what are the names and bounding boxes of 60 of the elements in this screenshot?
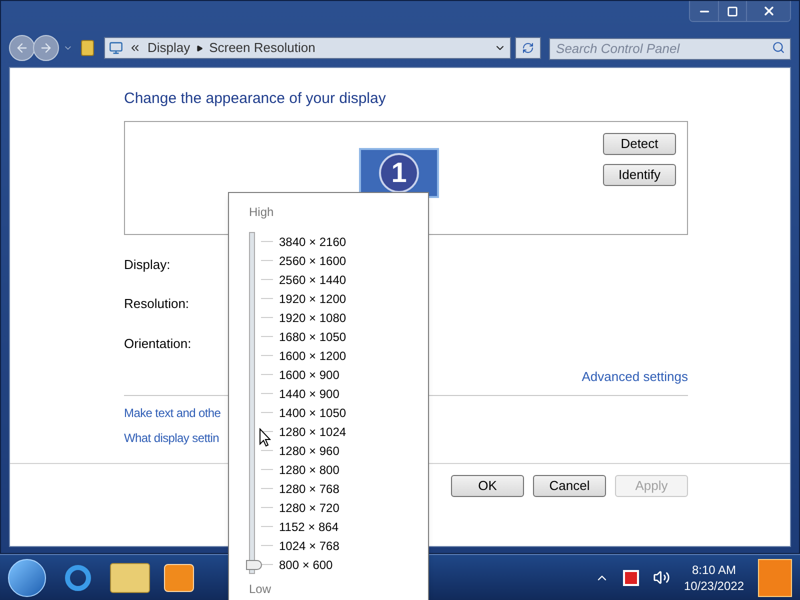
page-heading: Change the appearance of your display — [124, 89, 387, 109]
back-button[interactable] — [9, 35, 35, 61]
up-folder-icon[interactable] — [80, 40, 94, 56]
resolution-option[interactable]: 1680 × 1050 — [279, 328, 346, 346]
search-field[interactable]: Search Control Panel — [549, 38, 792, 60]
preview-button[interactable]: Identify — [603, 164, 676, 186]
display-icon — [109, 41, 124, 55]
refresh-button[interactable] — [515, 37, 542, 59]
mouse-cursor-icon — [259, 428, 271, 447]
resolution-option[interactable]: 1600 × 900 — [279, 366, 340, 384]
close-icon[interactable] — [762, 4, 776, 18]
maximize-icon[interactable] — [727, 6, 738, 16]
resolution-option[interactable]: 2560 × 1600 — [279, 252, 346, 270]
clock[interactable]: 8:10 AM 10/23/2022 — [684, 562, 744, 594]
resolution-option[interactable]: 1280 × 960 — [279, 442, 340, 460]
minimize-button[interactable] — [690, 1, 718, 21]
resolution-option[interactable]: 1920 × 1200 — [279, 290, 346, 308]
dialog-button[interactable]: OK — [451, 474, 524, 496]
monitor-icon[interactable]: 1 — [359, 148, 439, 198]
help-link[interactable]: What display settin — [124, 428, 220, 446]
resolution-option[interactable]: 1280 × 720 — [279, 498, 340, 516]
preview-button[interactable]: Detect — [603, 132, 676, 154]
resolution-option[interactable]: 800 × 600 — [279, 556, 333, 574]
media-player-icon[interactable] — [164, 564, 194, 592]
resolution-option[interactable]: 1024 × 768 — [279, 536, 340, 554]
slider-thumb[interactable] — [246, 560, 262, 570]
advanced-settings-link[interactable]: Advanced settings — [582, 367, 688, 386]
resolution-option[interactable]: 2560 × 1440 — [279, 270, 346, 288]
breadcrumb-item[interactable]: Display — [147, 38, 190, 58]
resolution-option[interactable]: 1440 × 900 — [279, 384, 340, 402]
close-button[interactable] — [746, 1, 790, 21]
resolution-option[interactable]: 1400 × 1050 — [279, 404, 346, 422]
dialog-button[interactable]: Cancel — [533, 474, 606, 496]
resolution-option[interactable]: 1280 × 1024 — [279, 422, 346, 440]
resolution-option[interactable]: 1920 × 1080 — [279, 308, 346, 326]
separator-icon — [196, 44, 204, 52]
chevron-icon — [129, 42, 142, 54]
help-link[interactable]: Make text and othe — [124, 404, 221, 422]
start-orb-icon[interactable] — [8, 558, 46, 596]
resolution-option[interactable]: 1152 × 864 — [279, 518, 339, 536]
folder-icon[interactable] — [110, 562, 150, 592]
high-label: High — [249, 204, 275, 221]
breadcrumb-item[interactable]: Screen Resolution — [209, 38, 316, 58]
clock-date: 10/23/2022 — [684, 578, 744, 594]
search-icon[interactable] — [772, 41, 786, 54]
setting-label: Display: — [124, 256, 170, 274]
network-error-icon[interactable] — [622, 570, 639, 586]
resolution-slider[interactable] — [246, 232, 262, 574]
resolution-option[interactable]: 3840 × 2160 — [279, 232, 346, 250]
resolution-option[interactable]: 1280 × 768 — [279, 480, 340, 498]
maximize-button[interactable] — [718, 1, 746, 21]
setting-label: Orientation: — [124, 334, 192, 352]
setting-label: Resolution: — [124, 295, 190, 313]
refresh-icon[interactable] — [522, 42, 534, 54]
low-label: Low — [249, 581, 272, 598]
forward-button[interactable] — [32, 35, 59, 61]
resolution-option[interactable]: 1600 × 1200 — [279, 346, 346, 364]
clock-time: 8:10 AM — [692, 562, 736, 578]
resolution-option[interactable]: 1280 × 800 — [279, 460, 340, 478]
address-bar[interactable]: Display Screen Resolution — [104, 37, 512, 59]
